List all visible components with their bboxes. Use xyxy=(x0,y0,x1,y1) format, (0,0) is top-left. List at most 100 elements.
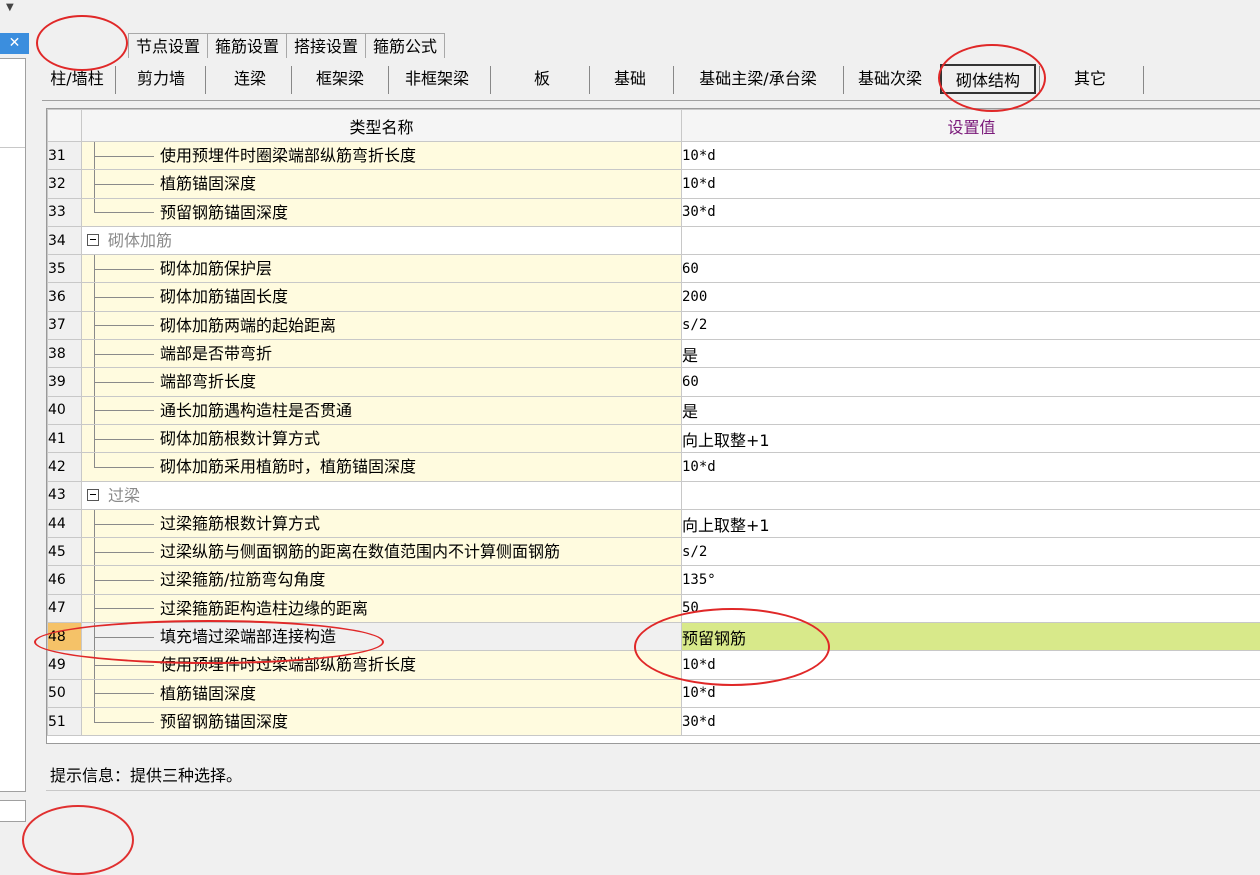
row-label: 过梁箍筋距构造柱边缘的距离 xyxy=(160,595,368,622)
row-value-cell[interactable]: 10*d xyxy=(682,142,1260,170)
table-row[interactable]: 44过梁箍筋根数计算方式向上取整+1 xyxy=(48,509,1260,537)
table-row[interactable]: 41砌体加筋根数计算方式向上取整+1 xyxy=(48,424,1260,452)
table-row[interactable]: 45过梁纵筋与侧面钢筋的距离在数值范围内不计算侧面钢筋s/2 xyxy=(48,538,1260,566)
row-value-cell[interactable]: 50 xyxy=(682,594,1260,622)
tree-connector xyxy=(94,212,154,213)
tree-connector xyxy=(94,410,154,411)
table-row[interactable]: 42砌体加筋采用植筋时，植筋锚固深度10*d xyxy=(48,453,1260,481)
row-value-cell[interactable]: 向上取整+1 xyxy=(682,424,1260,452)
row-name-cell[interactable]: 过梁箍筋根数计算方式 xyxy=(82,509,682,537)
row-value-cell[interactable]: 200 xyxy=(682,283,1260,311)
row-value-cell[interactable]: 135° xyxy=(682,566,1260,594)
sub-tab-6[interactable]: 基础 xyxy=(590,62,670,96)
table-row[interactable]: 32植筋锚固深度10*d xyxy=(48,170,1260,198)
row-name-cell[interactable]: 砌体加筋 xyxy=(82,226,682,254)
table-row[interactable]: 51预留钢筋锚固深度30*d xyxy=(48,707,1260,735)
sub-tab-1[interactable]: 剪力墙 xyxy=(120,62,202,96)
row-value-cell[interactable]: 预留钢筋 xyxy=(682,623,1260,651)
row-label: 砌体加筋保护层 xyxy=(160,255,272,282)
tree-connector xyxy=(94,325,154,326)
sub-tab-8[interactable]: 基础次梁 xyxy=(842,62,938,96)
row-name-cell[interactable]: 过梁箍筋/拉筋弯勾角度 xyxy=(82,566,682,594)
row-name-cell[interactable]: 过梁 xyxy=(82,481,682,509)
top-tab-0[interactable]: 节点设置 xyxy=(128,33,207,58)
row-name-cell[interactable]: 砌体加筋锚固长度 xyxy=(82,283,682,311)
table-row[interactable]: 33预留钢筋锚固深度30*d xyxy=(48,198,1260,226)
table-row[interactable]: 48填充墙过梁端部连接构造预留钢筋 xyxy=(48,623,1260,651)
tree-connector xyxy=(94,708,95,722)
row-value-cell[interactable]: 10*d xyxy=(682,651,1260,679)
row-name-cell[interactable]: 砌体加筋保护层 xyxy=(82,255,682,283)
row-name-cell[interactable]: 过梁箍筋距构造柱边缘的距离 xyxy=(82,594,682,622)
row-name-cell[interactable]: 端部是否带弯折 xyxy=(82,340,682,368)
table-row[interactable]: 39 端部弯折长度 60 xyxy=(48,368,1260,396)
row-value-cell[interactable]: 是 xyxy=(682,396,1260,424)
row-value-cell[interactable]: 60 xyxy=(682,255,1260,283)
row-value-cell[interactable]: s/2 xyxy=(682,538,1260,566)
table-row[interactable]: 50植筋锚固深度10*d xyxy=(48,679,1260,707)
row-name-cell[interactable]: 使用预埋件时过梁端部纵筋弯折长度 xyxy=(82,651,682,679)
row-value-cell[interactable]: 是 xyxy=(682,340,1260,368)
row-number: 46 xyxy=(48,566,82,594)
close-icon[interactable]: ✕ xyxy=(0,33,29,54)
row-label: 砌体加筋锚固长度 xyxy=(160,283,288,310)
row-value-cell[interactable] xyxy=(682,481,1260,509)
row-name-cell[interactable]: 植筋锚固深度 xyxy=(82,170,682,198)
row-value-cell[interactable]: 30*d xyxy=(682,198,1260,226)
row-name-cell[interactable]: 砌体加筋两端的起始距离 xyxy=(82,311,682,339)
sub-tab-9[interactable]: 砌体结构 xyxy=(940,64,1036,94)
table-row[interactable]: 38端部是否带弯折是 xyxy=(48,340,1260,368)
sub-tab-4[interactable]: 非框架梁 xyxy=(387,62,487,96)
table-group-row[interactable]: 34砌体加筋 xyxy=(48,226,1260,254)
row-name-cell[interactable]: 砌体加筋根数计算方式 xyxy=(82,424,682,452)
sub-tab-10[interactable]: 其它 xyxy=(1040,62,1140,96)
row-number: 39 xyxy=(48,368,82,396)
table-row[interactable]: 31使用预埋件时圈梁端部纵筋弯折长度10*d xyxy=(48,142,1260,170)
row-name-cell[interactable]: 植筋锚固深度 xyxy=(82,679,682,707)
top-tab-3[interactable]: 箍筋公式 xyxy=(365,33,445,58)
row-value-cell[interactable]: 30*d xyxy=(682,707,1260,735)
table-row[interactable]: 46过梁箍筋/拉筋弯勾角度135° xyxy=(48,566,1260,594)
table-row[interactable]: 35砌体加筋保护层60 xyxy=(48,255,1260,283)
collapse-icon[interactable] xyxy=(87,489,99,501)
row-name-cell[interactable]: 填充墙过梁端部连接构造 xyxy=(82,623,682,651)
row-label: 使用预埋件时圈梁端部纵筋弯折长度 xyxy=(160,142,416,169)
row-name-cell[interactable]: 预留钢筋锚固深度 xyxy=(82,707,682,735)
top-tab-1[interactable]: 箍筋设置 xyxy=(207,33,286,58)
row-label: 端部弯折长度 xyxy=(160,368,256,395)
row-name-cell[interactable]: 通长加筋遇构造柱是否贯通 xyxy=(82,396,682,424)
sub-tab-5[interactable]: 板 xyxy=(498,62,586,96)
header-type-name[interactable]: 类型名称 xyxy=(82,110,682,142)
table-row[interactable]: 49使用预埋件时过梁端部纵筋弯折长度10*d xyxy=(48,651,1260,679)
sub-tab-0[interactable]: 柱/墙柱 xyxy=(42,62,112,96)
row-name-cell[interactable]: 过梁纵筋与侧面钢筋的距离在数值范围内不计算侧面钢筋 xyxy=(82,538,682,566)
row-name-cell[interactable]: 砌体加筋采用植筋时，植筋锚固深度 xyxy=(82,453,682,481)
row-value-cell[interactable]: 60 xyxy=(682,368,1260,396)
table-group-row[interactable]: 43过梁 xyxy=(48,481,1260,509)
sub-tab-7[interactable]: 基础主梁/承台梁 xyxy=(676,62,840,96)
table-row[interactable]: 37砌体加筋两端的起始距离s/2 xyxy=(48,311,1260,339)
table-row[interactable]: 47过梁箍筋距构造柱边缘的距离50 xyxy=(48,594,1260,622)
sub-tab-3[interactable]: 框架梁 xyxy=(295,62,385,96)
header-setting-value[interactable]: 设置值 xyxy=(682,110,1260,142)
row-value-cell[interactable]: 向上取整+1 xyxy=(682,509,1260,537)
row-name-cell[interactable]: 使用预埋件时圈梁端部纵筋弯折长度 xyxy=(82,142,682,170)
sub-tab-2[interactable]: 连梁 xyxy=(212,62,288,96)
dropdown-arrow-icon[interactable]: ▼ xyxy=(6,2,14,13)
row-name-cell[interactable]: 预留钢筋锚固深度 xyxy=(82,198,682,226)
table-row[interactable]: 40通长加筋遇构造柱是否贯通是 xyxy=(48,396,1260,424)
tree-connector xyxy=(94,552,154,553)
top-tab-2[interactable]: 搭接设置 xyxy=(286,33,365,58)
table-row[interactable]: 36砌体加筋锚固长度200 xyxy=(48,283,1260,311)
row-value-cell[interactable]: 10*d xyxy=(682,170,1260,198)
row-value-cell[interactable]: s/2 xyxy=(682,311,1260,339)
row-value-cell[interactable]: 10*d xyxy=(682,453,1260,481)
sub-tab-bar: 柱/墙柱剪力墙连梁框架梁非框架梁板基础基础主梁/承台梁基础次梁砌体结构其它 xyxy=(42,62,1260,101)
tree-connector xyxy=(94,156,154,157)
tree-connector xyxy=(94,382,154,383)
row-name-cell[interactable]: 端部弯折长度 xyxy=(82,368,682,396)
collapse-icon[interactable] xyxy=(87,234,99,246)
row-value-cell[interactable]: 10*d xyxy=(682,679,1260,707)
row-number: 40 xyxy=(48,396,82,424)
row-value-cell[interactable] xyxy=(682,226,1260,254)
